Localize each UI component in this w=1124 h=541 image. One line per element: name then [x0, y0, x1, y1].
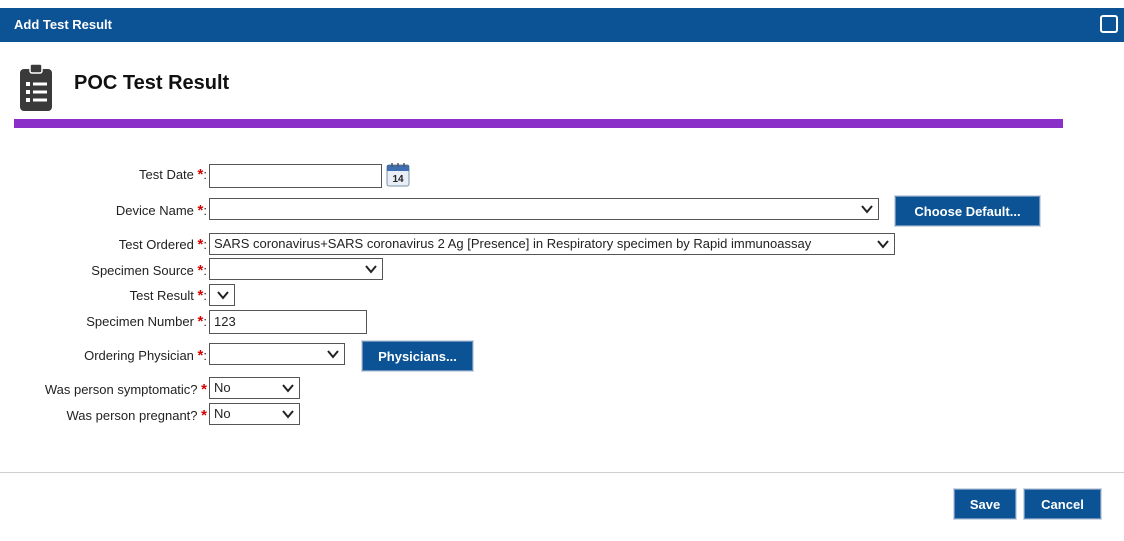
test-date-input[interactable]: [209, 164, 382, 188]
physicians-button[interactable]: Physicians...: [362, 341, 473, 371]
cancel-button[interactable]: Cancel: [1024, 489, 1101, 519]
choose-default-button[interactable]: Choose Default...: [895, 196, 1040, 226]
device-name-label: Device Name *:: [115, 202, 207, 219]
accent-divider: [14, 119, 1063, 128]
symptomatic-label: Was person symptomatic? *: [44, 381, 207, 398]
pregnant-label: Was person pregnant? *: [66, 407, 207, 424]
test-result-select[interactable]: [209, 284, 235, 306]
ordering-physician-select[interactable]: [209, 343, 345, 365]
dialog-title: Add Test Result: [14, 17, 112, 32]
calendar-day: 14: [392, 174, 404, 185]
test-ordered-label: Test Ordered *:: [118, 236, 207, 253]
save-button[interactable]: Save: [954, 489, 1016, 519]
dialog-titlebar: Add Test Result: [0, 8, 1124, 42]
chevron-down-icon: [877, 240, 889, 249]
calendar-icon[interactable]: 14: [386, 163, 410, 187]
page-title: POC Test Result: [74, 72, 230, 94]
chevron-down-icon: [365, 265, 377, 274]
chevron-down-icon: [217, 291, 229, 300]
test-result-label: Test Result *:: [129, 287, 207, 304]
specimen-source-label: Specimen Source *:: [91, 262, 207, 279]
symptomatic-select[interactable]: No: [209, 377, 300, 399]
maximize-icon[interactable]: [1100, 15, 1118, 33]
specimen-source-select[interactable]: [209, 258, 383, 280]
specimen-number-label: Specimen Number *:: [86, 313, 207, 330]
ordering-physician-label: Ordering Physician *:: [84, 347, 207, 364]
chevron-down-icon: [327, 350, 339, 359]
pregnant-select[interactable]: No: [209, 403, 300, 425]
test-date-label: Test Date *:: [138, 166, 207, 183]
chevron-down-icon: [282, 384, 294, 393]
clipboard-list-icon: [20, 63, 52, 111]
chevron-down-icon: [861, 205, 873, 214]
device-name-select[interactable]: [209, 198, 879, 220]
specimen-number-input[interactable]: 123: [209, 310, 367, 334]
chevron-down-icon: [282, 410, 294, 419]
footer-divider: [0, 472, 1124, 473]
test-ordered-select[interactable]: SARS coronavirus+SARS coronavirus 2 Ag […: [209, 233, 895, 255]
